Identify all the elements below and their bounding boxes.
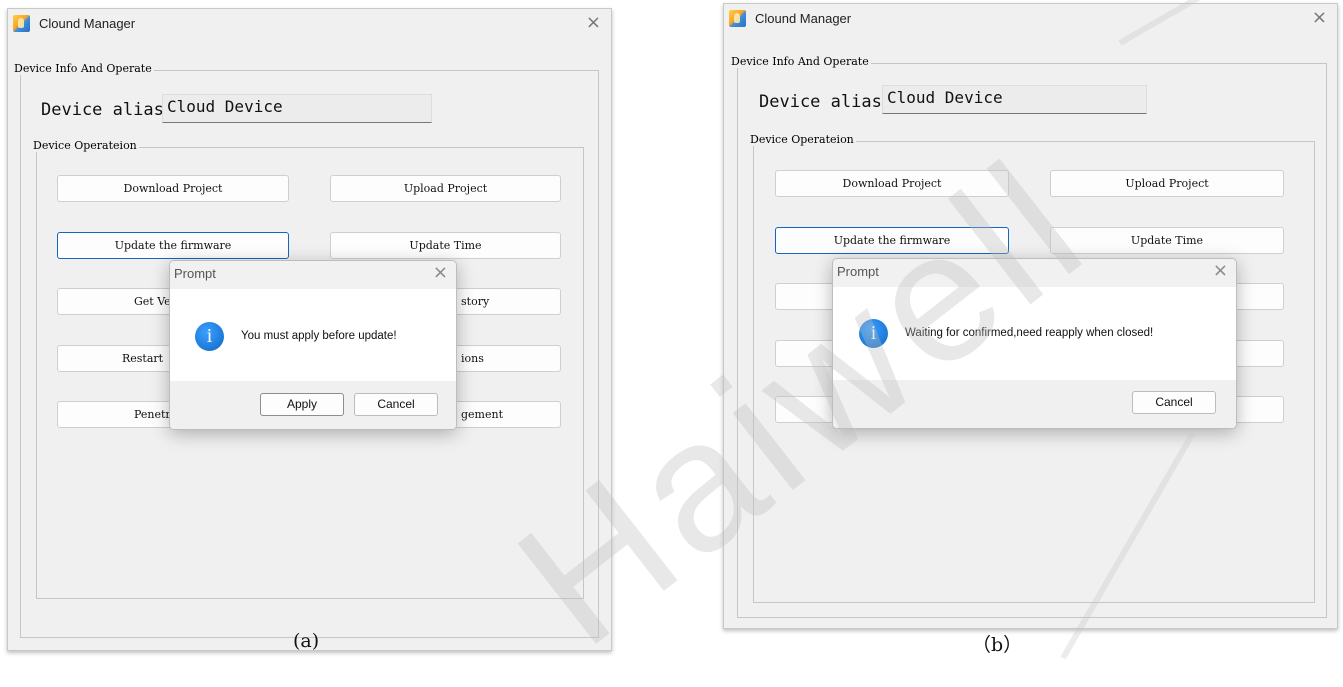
panel-caption-b: （b） bbox=[972, 634, 1023, 656]
dialog-title-bar: Prompt × bbox=[170, 261, 456, 289]
download-project-button[interactable]: Download Project bbox=[775, 170, 1009, 197]
dialog-message: You must apply before update! bbox=[241, 330, 397, 342]
apply-button[interactable]: Apply bbox=[260, 393, 344, 416]
close-icon[interactable]: × bbox=[433, 262, 448, 283]
device-operation-group-title: Device Operateion bbox=[748, 133, 856, 146]
panel-caption-a: (a) bbox=[293, 630, 320, 652]
app-logo-icon bbox=[729, 10, 746, 27]
restart-label: Restart bbox=[122, 352, 164, 365]
update-firmware-button[interactable]: Update the firmware bbox=[775, 227, 1009, 254]
device-operation-group-title: Device Operateion bbox=[31, 139, 139, 152]
download-project-button[interactable]: Download Project bbox=[57, 175, 289, 202]
upload-project-button[interactable]: Upload Project bbox=[1050, 170, 1284, 197]
management-label: gement bbox=[461, 408, 503, 421]
close-icon[interactable]: × bbox=[1312, 8, 1327, 28]
dialog-footer: Cancel bbox=[833, 380, 1236, 428]
info-icon: i bbox=[195, 322, 224, 351]
info-icon: i bbox=[859, 319, 888, 348]
update-time-button[interactable]: Update Time bbox=[1050, 227, 1284, 254]
device-alias-input[interactable]: Cloud Device bbox=[162, 94, 432, 123]
window-title: Clound Manager bbox=[39, 16, 136, 31]
device-alias-label: Device alias bbox=[41, 100, 164, 120]
app-logo-icon bbox=[13, 15, 30, 32]
update-firmware-button[interactable]: Update the firmware bbox=[57, 232, 289, 259]
dialog-title-bar: Prompt × bbox=[833, 259, 1236, 287]
upload-project-button[interactable]: Upload Project bbox=[330, 175, 561, 202]
title-bar: Clound Manager × bbox=[8, 9, 611, 39]
prompt-dialog-b: Prompt × i Waiting for confirmed,need re… bbox=[832, 258, 1237, 429]
options-label: ions bbox=[461, 352, 484, 365]
prompt-dialog-a: Prompt × i You must apply before update!… bbox=[169, 260, 457, 430]
cancel-button[interactable]: Cancel bbox=[354, 393, 438, 416]
dialog-title: Prompt bbox=[174, 266, 216, 281]
dialog-footer: Apply Cancel bbox=[170, 381, 456, 429]
penetration-label: Penetr bbox=[134, 408, 171, 421]
close-icon[interactable]: × bbox=[1213, 260, 1228, 281]
window-title: Clound Manager bbox=[755, 11, 852, 26]
update-time-button[interactable]: Update Time bbox=[330, 232, 561, 259]
get-version-label: Get Ve bbox=[134, 295, 171, 308]
device-alias-input[interactable]: Cloud Device bbox=[882, 85, 1147, 114]
history-label: story bbox=[461, 295, 490, 308]
device-info-group-title: Device Info And Operate bbox=[729, 55, 871, 68]
close-icon[interactable]: × bbox=[586, 13, 601, 33]
cancel-button[interactable]: Cancel bbox=[1132, 391, 1216, 414]
dialog-title: Prompt bbox=[837, 264, 879, 279]
device-alias-label: Device alias bbox=[759, 92, 882, 112]
title-bar: Clound Manager × bbox=[724, 4, 1337, 34]
dialog-message: Waiting for confirmed,need reapply when … bbox=[905, 327, 1154, 339]
device-info-group-title: Device Info And Operate bbox=[12, 62, 154, 75]
